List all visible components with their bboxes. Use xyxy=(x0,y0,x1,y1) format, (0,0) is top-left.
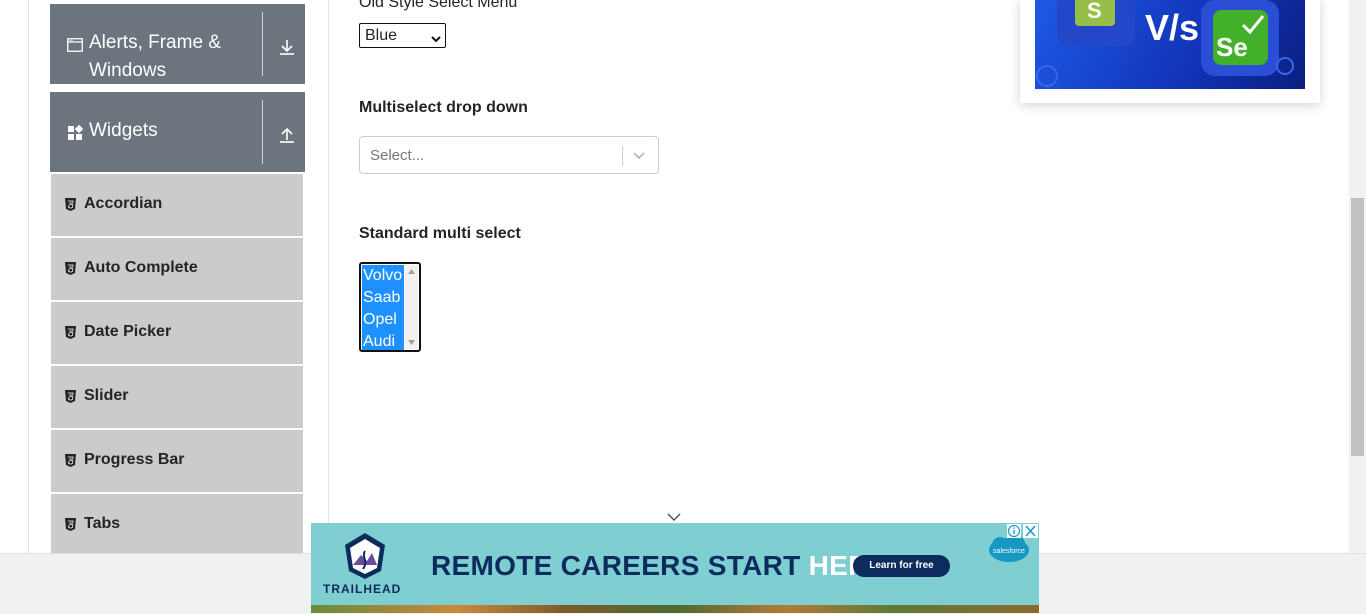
html5-icon xyxy=(65,198,76,216)
chevron-down-icon xyxy=(431,30,441,48)
group-separator xyxy=(262,12,263,76)
arrow-down-icon[interactable] xyxy=(278,38,296,61)
option-volvo[interactable]: Volvo xyxy=(362,265,404,287)
html5-icon xyxy=(65,390,76,408)
option-saab[interactable]: Saab xyxy=(362,287,404,309)
salesforce-text: salesforce xyxy=(993,548,1025,555)
trailhead-logo xyxy=(345,533,385,579)
sidebar-item-slider[interactable]: Slider xyxy=(51,366,303,428)
sidebar-group-widgets[interactable]: Widgets xyxy=(50,92,305,172)
sidebar-group-alerts-frame-windows[interactable]: Alerts, Frame & Windows xyxy=(50,4,305,84)
sidebar-item-date-picker[interactable]: Date Picker xyxy=(51,302,303,364)
html5-icon xyxy=(65,454,76,472)
html5-icon xyxy=(65,326,76,344)
salesforce-logo: salesforce xyxy=(989,535,1029,562)
window-icon xyxy=(67,38,83,57)
sidebar-item-label: Accordian xyxy=(84,195,163,212)
sidebar-item-label: Date Picker xyxy=(84,323,172,340)
ad-info-icon[interactable] xyxy=(1007,524,1021,538)
old-select-label: Old Style Select Menu xyxy=(359,0,518,11)
indicator-separator xyxy=(622,146,623,166)
ad-close-icon[interactable] xyxy=(1023,524,1038,538)
sidebar-item-label: Tabs xyxy=(84,515,121,532)
sidebar-item-progress-bar[interactable]: Progress Bar xyxy=(51,430,303,492)
svg-text:S: S xyxy=(1087,0,1102,23)
ad-vs-text: V/s xyxy=(1145,7,1199,48)
old-select-value: Blue xyxy=(365,27,398,44)
sidebar-item-label: Progress Bar xyxy=(84,451,185,468)
listbox-scrollbar[interactable] xyxy=(405,265,418,349)
trailhead-brand: TRAILHEAD xyxy=(323,582,402,596)
multiselect-dropdown-label: Multiselect drop down xyxy=(359,99,528,116)
ad-forest-strip xyxy=(311,605,1039,613)
arrow-up-icon[interactable] xyxy=(278,126,296,149)
learn-for-free-button[interactable]: Learn for free xyxy=(853,555,950,577)
content-divider xyxy=(328,0,329,553)
sidebar-item-accordian[interactable]: Accordian xyxy=(51,174,303,236)
standard-multi-select[interactable]: Volvo Saab Opel Audi xyxy=(359,262,421,352)
chevron-down-icon[interactable] xyxy=(632,148,646,167)
standard-multi-select-label: Standard multi select xyxy=(359,225,521,242)
old-style-select[interactable]: Blue xyxy=(359,23,446,48)
sidebar-item-label: Auto Complete xyxy=(84,259,198,276)
sidebar-group-label: Alerts, Frame & Windows xyxy=(89,32,221,81)
multiselect-dropdown[interactable]: Select... xyxy=(359,136,659,174)
option-opel[interactable]: Opel xyxy=(362,309,404,331)
ad-artwork: S V/s Se xyxy=(1036,0,1294,87)
sidebar-item-label: Slider xyxy=(84,387,129,404)
page-scrollbar-thumb[interactable] xyxy=(1351,198,1364,456)
ad-headline-main: REMOTE CAREERS START xyxy=(431,550,809,581)
sidebar-item-tabs[interactable]: Tabs xyxy=(51,494,303,556)
ad-image[interactable]: S V/s Se xyxy=(1035,0,1305,89)
html5-icon xyxy=(65,518,76,536)
ad-banner-bottom[interactable]: TRAILHEAD REMOTE CAREERS START HERE. Lea… xyxy=(311,523,1039,613)
option-audi[interactable]: Audi xyxy=(362,331,404,350)
ad-headline: REMOTE CAREERS START HERE. xyxy=(431,550,896,582)
widgets-icon xyxy=(67,124,84,146)
sidebar-group-label: Widgets xyxy=(89,120,158,141)
sidebar-item-auto-complete[interactable]: Auto Complete xyxy=(51,238,303,300)
left-border xyxy=(28,0,29,553)
multiselect-placeholder: Select... xyxy=(370,147,425,164)
group-separator xyxy=(262,100,263,164)
svg-text:Se: Se xyxy=(1216,32,1248,62)
html5-icon xyxy=(65,262,76,280)
